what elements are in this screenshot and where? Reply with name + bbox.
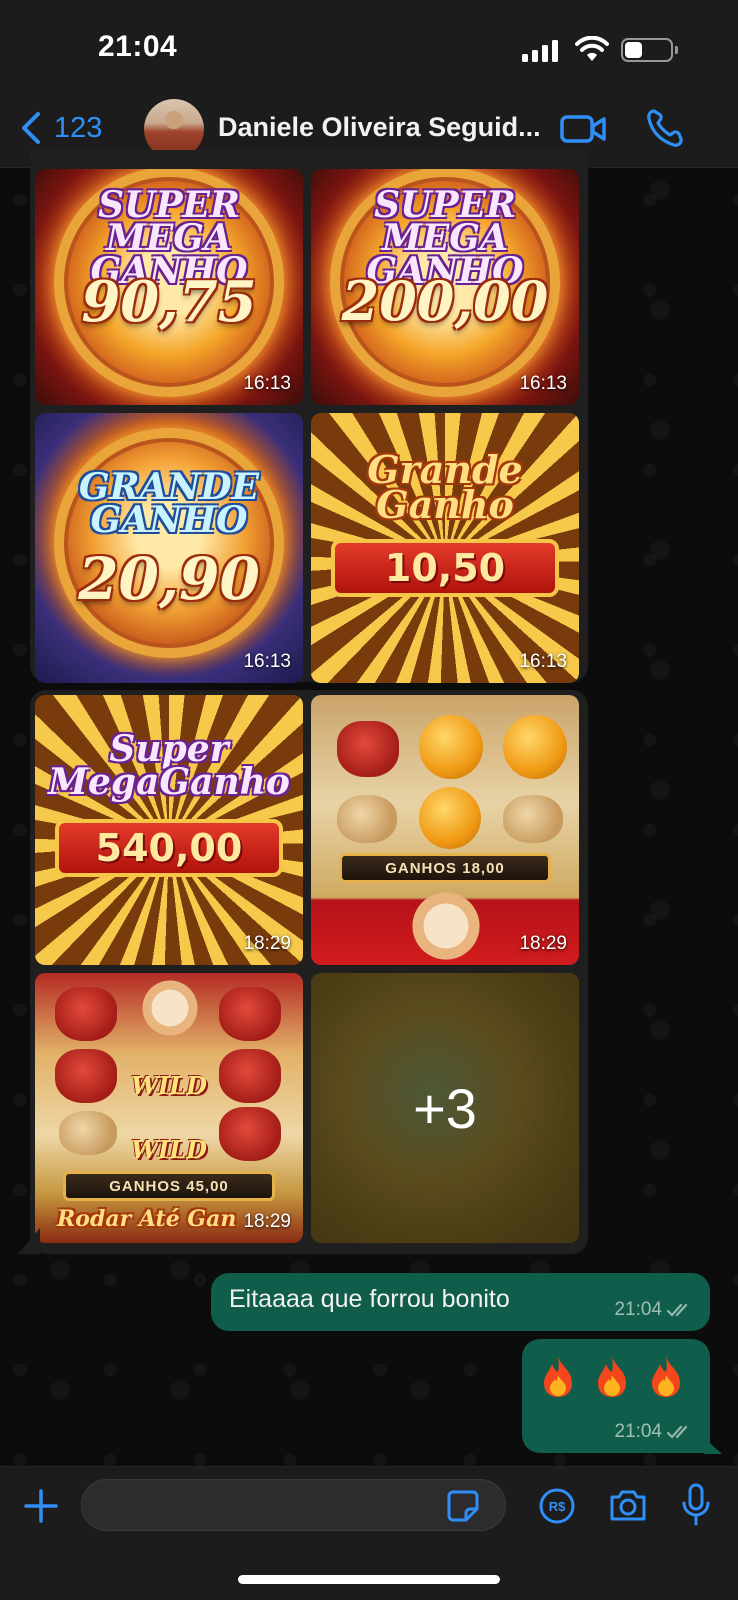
- outgoing-message[interactable]: 21:04: [522, 1339, 710, 1453]
- back-button[interactable]: 123: [18, 110, 102, 146]
- svg-text:R$: R$: [549, 1499, 566, 1514]
- status-bar: 21:04: [0, 0, 738, 92]
- wifi-icon: [575, 36, 609, 61]
- media-tile[interactable]: Grande Ganho 10,50 16:13: [311, 413, 579, 683]
- wild-symbol: WILD: [131, 1071, 207, 1100]
- peanut-symbol: [337, 795, 397, 843]
- home-indicator: [238, 1575, 500, 1584]
- brl-payment-icon[interactable]: R$: [538, 1487, 576, 1525]
- camera-icon[interactable]: [608, 1487, 648, 1523]
- mouse-mascot: [135, 979, 205, 1037]
- peanut-symbol: [503, 795, 563, 843]
- cellular-signal-icon: [522, 40, 560, 62]
- win-amount: 540,00: [55, 819, 283, 877]
- media-tile[interactable]: GANHOS 18,00 18:29: [311, 695, 579, 965]
- media-time: 16:13: [519, 373, 567, 394]
- money-bag-symbol: [55, 1049, 117, 1103]
- wild-symbol: WILD: [131, 1135, 207, 1164]
- media-tile[interactable]: Super MegaGanho 540,00 18:29: [35, 695, 303, 965]
- emoji-row: [540, 1355, 684, 1399]
- win-amount: 200,00: [341, 269, 549, 333]
- orange-symbol: [419, 715, 483, 779]
- chevron-left-icon: [22, 112, 40, 144]
- message-input[interactable]: [81, 1479, 506, 1531]
- win-amount: 90,75: [81, 269, 257, 335]
- read-ticks-icon: [666, 1303, 688, 1317]
- ganhos-bar: GANHOS 45,00: [63, 1171, 275, 1201]
- media-time: 16:13: [243, 651, 291, 672]
- microphone-icon[interactable]: [680, 1483, 712, 1527]
- media-album-2: Super MegaGanho 540,00 18:29 GANHOS 18,0…: [30, 690, 588, 1254]
- status-time: 21:04: [98, 30, 178, 63]
- message-composer: R$: [0, 1466, 738, 1600]
- orange-symbol: [419, 787, 481, 849]
- battery-level: [625, 42, 642, 58]
- mouse-mascot: [403, 891, 489, 961]
- peanut-symbol: [59, 1111, 117, 1155]
- phone-icon[interactable]: [646, 108, 684, 148]
- more-media-tile[interactable]: +3: [311, 973, 579, 1243]
- message-time: 21:04: [614, 1299, 662, 1320]
- money-bag-symbol: [55, 987, 117, 1041]
- read-ticks-icon: [666, 1425, 688, 1439]
- fire-emoji: [544, 1357, 572, 1397]
- plus-icon[interactable]: [22, 1487, 60, 1525]
- media-time: 18:29: [519, 933, 567, 954]
- fire-emoji: [598, 1357, 626, 1397]
- video-camera-icon[interactable]: [560, 112, 606, 146]
- media-time: 16:13: [519, 651, 567, 672]
- media-tile[interactable]: GRANDE GANHO 20,90 16:13: [35, 413, 303, 683]
- message-meta: 21:04: [614, 1299, 694, 1321]
- money-bag-symbol: [219, 987, 281, 1041]
- unread-count: 123: [54, 111, 103, 144]
- money-bag-symbol: [219, 1107, 281, 1161]
- win-title: Grande Ganho: [367, 447, 523, 527]
- money-bag-symbol: [337, 721, 399, 777]
- fire-emoji: [652, 1357, 680, 1397]
- win-frame: [54, 427, 284, 658]
- orange-symbol: [503, 715, 567, 779]
- media-tile[interactable]: SUPER MEGA GANHO 200,00 16:13: [311, 169, 579, 405]
- media-album-1: SUPER MEGA GANHO 90,75 16:13 SUPER MEGA …: [30, 150, 588, 683]
- money-bag-symbol: [219, 1049, 281, 1103]
- media-tile[interactable]: WILD WILD GANHOS 45,00 Rodar Até Gan 18:…: [35, 973, 303, 1243]
- more-media-count: +3: [311, 973, 579, 1243]
- sticker-icon[interactable]: [446, 1489, 480, 1523]
- ganhos-bar: GANHOS 18,00: [339, 853, 551, 883]
- media-time: 16:13: [243, 373, 291, 394]
- win-amount: 20,90: [78, 545, 260, 613]
- outgoing-message[interactable]: Eitaaaa que forrou bonito 21:04: [211, 1273, 710, 1331]
- media-tile[interactable]: SUPER MEGA GANHO 90,75 16:13: [35, 169, 303, 405]
- win-title: Super MegaGanho: [48, 728, 290, 804]
- win-amount: 10,50: [331, 539, 559, 597]
- media-time: 18:29: [243, 933, 291, 954]
- battery-icon: [621, 38, 678, 62]
- contact-name[interactable]: Daniele Oliveira Seguid...: [218, 112, 541, 143]
- media-time: 18:29: [243, 1211, 291, 1232]
- win-title: GRANDE GANHO: [78, 466, 260, 542]
- message-time: 21:04: [614, 1421, 662, 1442]
- message-meta: 21:04: [614, 1421, 694, 1443]
- message-text: Eitaaaa que forrou bonito: [229, 1285, 510, 1313]
